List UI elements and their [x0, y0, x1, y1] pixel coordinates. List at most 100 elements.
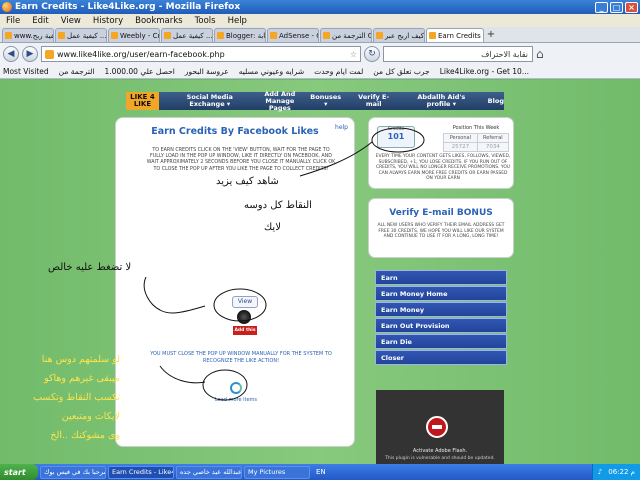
- side-item-earn[interactable]: Earn: [375, 270, 507, 285]
- bookmark-item[interactable]: Most Visited: [3, 67, 49, 76]
- browser-tab-active[interactable]: Earn Credits ...×: [426, 28, 484, 42]
- load-more-button[interactable]: Load more items: [206, 382, 266, 408]
- browser-tab[interactable]: كيفية عمل ...×: [161, 28, 213, 42]
- taskbar-item[interactable]: مرحبا بك في فيس بوك: [40, 465, 106, 479]
- tab-label: Blogger: نقابة ...: [226, 31, 266, 40]
- new-tab-button[interactable]: +: [485, 30, 497, 42]
- browser-tab[interactable]: Weebly - Creat...×: [108, 28, 160, 42]
- browser-tab[interactable]: الترجمة من G...×: [320, 28, 372, 42]
- tab-favicon: [429, 32, 436, 39]
- menu-history[interactable]: History: [93, 16, 123, 26]
- tab-favicon: [164, 32, 171, 39]
- nav-add-manage-pages[interactable]: Add And Manage Pages: [261, 90, 299, 112]
- menu-tools[interactable]: Tools: [195, 16, 216, 26]
- forward-button[interactable]: ▶: [22, 46, 38, 62]
- bookmark-item[interactable]: جرب تعلق كل من: [373, 67, 429, 76]
- blocked-plugin-icon: [426, 416, 448, 438]
- menu-bar: File Edit View History Bookmarks Tools H…: [0, 14, 640, 27]
- speaker-icon[interactable]: ♪: [598, 468, 602, 476]
- credits-note: EVERY TIME YOUR CONTENT GETS LIKES, FOLL…: [375, 154, 511, 182]
- bookmarks-bar: Most Visited الترجمة من 1.000.00 احصل عل…: [0, 65, 640, 79]
- browser-tab[interactable]: www.كيفية ربح ...×: [2, 28, 54, 42]
- tab-favicon: [217, 32, 224, 39]
- menu-file[interactable]: File: [6, 16, 20, 26]
- tab-label: كيف اربح عبر ...: [385, 31, 425, 40]
- search-text: نقابة الاحتراف: [481, 49, 528, 59]
- system-tray: ♪ 06:22 م: [591, 464, 640, 480]
- caption-line: ميبقى غيرهم وهاكو: [44, 373, 120, 384]
- handwritten-warning: لا تضغط عليه خالص: [48, 262, 132, 273]
- flash-message: Activate Adobe Flash.: [412, 448, 468, 454]
- facebook-page-item: View Add this: [228, 296, 262, 346]
- reload-button[interactable]: ↻: [364, 46, 380, 62]
- home-icon[interactable]: ⌂: [536, 47, 544, 61]
- menu-edit[interactable]: Edit: [32, 16, 48, 26]
- caption-line: لايكات ومتبعين: [61, 411, 120, 422]
- add-this-button[interactable]: Add this: [233, 326, 257, 335]
- browser-tab[interactable]: كيفية عمل ...×: [55, 28, 107, 42]
- site-logo[interactable]: LIKE 4 LIKE: [126, 92, 159, 110]
- back-button[interactable]: ◀: [3, 46, 19, 62]
- window-title: Earn Credits - Like4Like.org - Mozilla F…: [15, 2, 241, 12]
- bookmark-item[interactable]: 1.000.00 احصل علي: [105, 67, 175, 76]
- position-table: Position This Week Personal Referral 2572…: [443, 125, 510, 152]
- tab-favicon: [270, 32, 277, 39]
- taskbar-item[interactable]: عبدالله عيد خاصي جده...: [176, 465, 242, 479]
- verify-note: ALL NEW USERS WHO VERIFY THEIR EMAIL ADD…: [377, 223, 505, 240]
- minimize-button[interactable]: _: [595, 1, 608, 13]
- side-item-earn-die[interactable]: Earn Die: [375, 334, 507, 349]
- window-titlebar: Earn Credits - Like4Like.org - Mozilla F…: [0, 0, 640, 14]
- side-item-closer[interactable]: Closer: [375, 350, 507, 365]
- nav-blog[interactable]: Blog: [488, 97, 504, 105]
- bookmark-item[interactable]: شرايه وعيوني مسليه: [239, 67, 304, 76]
- tab-label: كيفية عمل ...: [67, 31, 107, 40]
- flash-plugin-box[interactable]: Activate Adobe Flash. This plugin is vul…: [376, 390, 504, 464]
- side-item-earn-money[interactable]: Earn Money: [375, 302, 507, 317]
- browser-tab[interactable]: كيف اربح عبر ...×: [373, 28, 425, 42]
- verify-title[interactable]: Verify E-mail BONUS: [369, 208, 513, 218]
- start-button[interactable]: start: [0, 464, 38, 480]
- earn-side-menu: Earn Earn Money Home Earn Money Earn Out…: [375, 270, 507, 366]
- url-bar[interactable]: www.like4like.org/user/earn-facebook.php…: [41, 46, 361, 62]
- navigation-bar: ◀ ▶ www.like4like.org/user/earn-facebook…: [0, 43, 640, 65]
- nav-verify-email[interactable]: Verify E-mail: [352, 94, 395, 108]
- tab-label: الترجمة من G...: [332, 31, 371, 40]
- refresh-icon: [230, 382, 242, 394]
- view-button[interactable]: View: [232, 296, 258, 308]
- tab-label: Weebly - Creat...: [120, 31, 160, 40]
- bookmark-item[interactable]: Like4Like.org - Get 10...: [440, 67, 529, 76]
- menu-help[interactable]: Help: [228, 16, 247, 26]
- nav-social-media-exchange[interactable]: Social Media Exchange ▾: [169, 94, 251, 108]
- bookmark-item[interactable]: عروسة البحور: [185, 67, 229, 76]
- menu-bookmarks[interactable]: Bookmarks: [135, 16, 183, 26]
- caption-line: لو سلمتهم دوس هنا: [41, 354, 120, 365]
- credits-box: Credits 101: [377, 126, 415, 148]
- credits-value: 101: [387, 132, 405, 141]
- instructions-text: TO EARN CREDITS CLICK ON THE 'VIEW' BUTT…: [146, 148, 336, 172]
- side-item-earn-out-provision[interactable]: Earn Out Provision: [375, 318, 507, 333]
- menu-view[interactable]: View: [61, 16, 81, 26]
- site-navigation: LIKE 4 LIKE Social Media Exchange ▾ Add …: [126, 90, 504, 112]
- bookmark-star-icon[interactable]: ☆: [350, 50, 357, 59]
- side-item-earn-money-home[interactable]: Earn Money Home: [375, 286, 507, 301]
- nav-profile[interactable]: Abdallh Aid's profile ▾: [405, 94, 478, 108]
- tab-favicon: [5, 32, 12, 39]
- search-input[interactable]: نقابة الاحتراف: [383, 46, 533, 62]
- personal-label: Personal: [443, 133, 478, 143]
- taskbar-item-active[interactable]: Earn Credits - Like4L...: [108, 465, 174, 479]
- earn-credits-panel: help Earn Credits By Facebook Likes TO E…: [115, 117, 355, 447]
- language-indicator[interactable]: EN: [316, 468, 326, 476]
- browser-tab[interactable]: Blogger: نقابة ...×: [214, 28, 266, 42]
- handwritten-note: النقاط كل دوسه: [244, 200, 312, 211]
- tab-favicon: [58, 32, 65, 39]
- taskbar-item[interactable]: My Pictures: [244, 465, 310, 479]
- close-button[interactable]: ×: [625, 1, 638, 13]
- flash-warning: This plugin is vulnerable and should be …: [385, 456, 495, 461]
- browser-tab[interactable]: AdSense - Goo...×: [267, 28, 319, 42]
- bookmark-item[interactable]: لمت ايام وحدت: [314, 67, 363, 76]
- bookmark-item[interactable]: الترجمة من: [59, 67, 95, 76]
- tab-label: Earn Credits ...: [438, 31, 483, 40]
- maximize-button[interactable]: □: [610, 1, 623, 13]
- nav-bonuses[interactable]: Bonuses ▾: [309, 94, 342, 108]
- verify-email-panel: Verify E-mail BONUS ALL NEW USERS WHO VE…: [368, 198, 514, 258]
